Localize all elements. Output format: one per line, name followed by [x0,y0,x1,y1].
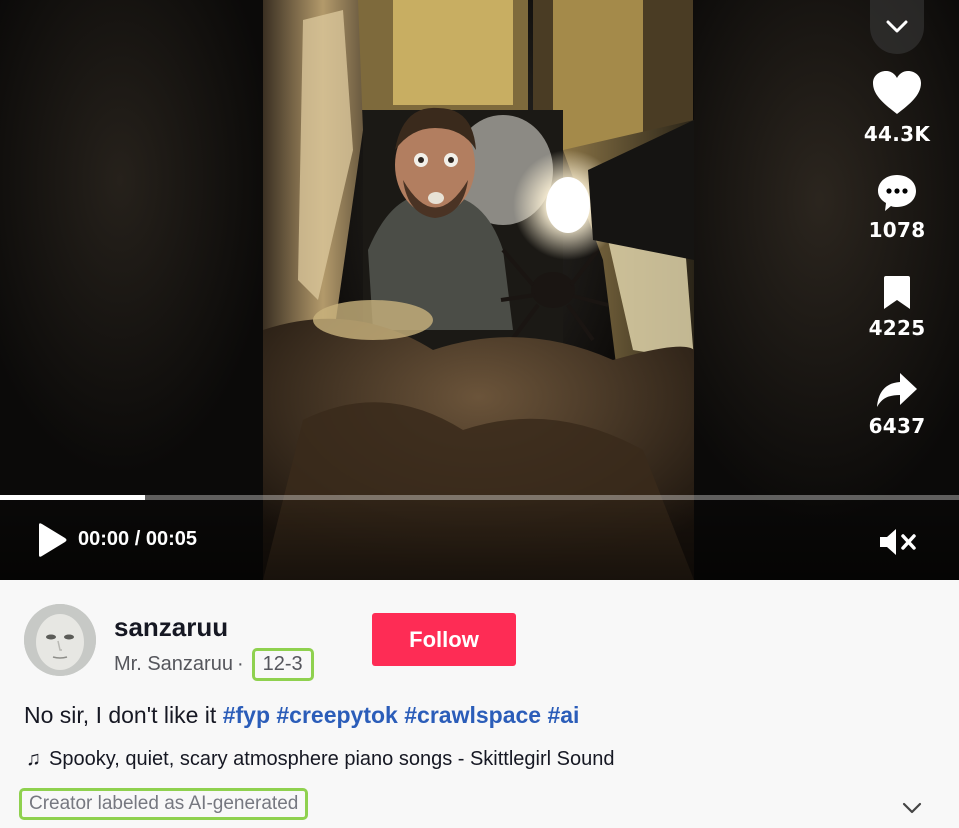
hashtag-crawlspace[interactable]: #crawlspace [404,702,541,728]
player-controls: 00:00 / 00:05 [0,500,959,580]
follow-button[interactable]: Follow [372,613,516,666]
hashtag-creepytok[interactable]: #creepytok [276,702,397,728]
moon-face-avatar-image [24,604,96,676]
chevron-down-icon [886,20,908,33]
ai-generated-label: Creator labeled as AI-generated [19,788,309,820]
comment-count: 1078 [868,218,926,242]
share-count: 6437 [868,414,926,438]
username[interactable]: sanzaruu [114,612,228,643]
video-still-image [263,0,694,580]
time-display: 00:00 / 00:05 [78,528,197,550]
muted-speaker-icon[interactable] [878,526,918,558]
music-link[interactable]: ♫ Spooky, quiet, scary atmosphere piano … [26,748,615,771]
hashtag-fyp[interactable]: #fyp [223,702,270,728]
video-post-page: 44.3K 1078 4225 6437 00:00 / 00:05 sanza… [0,0,959,828]
bookmark-icon [884,276,910,309]
avatar[interactable] [24,604,96,676]
hashtag-ai[interactable]: #ai [547,702,579,728]
display-name: Mr. Sanzaruu [114,653,233,675]
play-icon[interactable] [34,522,68,558]
video-player[interactable]: 44.3K 1078 4225 6437 00:00 / 00:05 [0,0,959,580]
share-icon [877,373,917,407]
separator-dot: · [236,653,244,675]
share-button[interactable]: 6437 [862,372,932,438]
video-frame[interactable] [263,0,694,580]
heart-icon [873,71,921,114]
save-button[interactable]: 4225 [862,276,932,340]
collapse-button[interactable] [870,0,924,54]
post-info-panel: sanzaruu Mr. Sanzaruu · 12-3 Follow No s… [0,580,959,828]
like-button[interactable]: 44.3K [862,70,932,146]
post-date: 12-3 [251,648,314,681]
caption: No sir, I don't like it #fyp #creepytok … [24,702,579,729]
author-subline: Mr. Sanzaruu · 12-3 [114,648,314,681]
caption-text: No sir, I don't like it [24,702,217,728]
comment-button[interactable]: 1078 [862,174,932,242]
save-count: 4225 [868,316,926,340]
music-note-icon: ♫ [26,748,41,770]
music-title: Spooky, quiet, scary atmosphere piano so… [49,748,615,770]
chevron-down-icon[interactable] [900,798,924,818]
like-count: 44.3K [863,122,931,146]
comment-icon [878,175,916,211]
